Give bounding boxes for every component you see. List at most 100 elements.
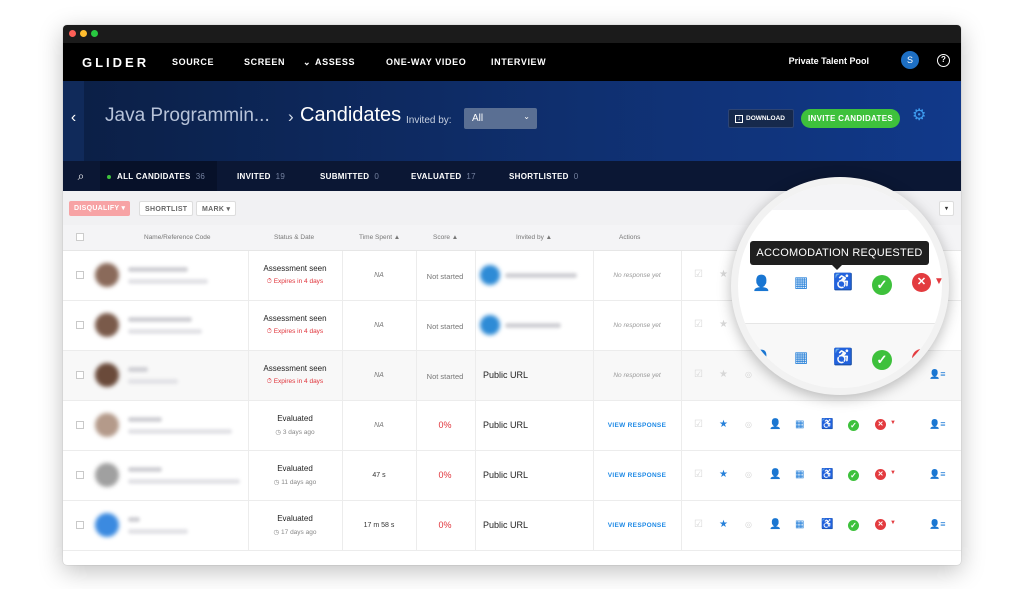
clock-icon: ◷ xyxy=(275,429,282,436)
search-icon[interactable]: ⌕ xyxy=(63,161,99,191)
shortlist-icon[interactable]: ☑ xyxy=(694,320,703,330)
invite-candidates-button[interactable]: INVITE CANDIDATES xyxy=(801,109,900,128)
table-row[interactable]: Evaluated ◷ 17 days ago 17 m 58 s 0% Publ… xyxy=(63,501,961,551)
profile-icon[interactable]: 👤≡ xyxy=(929,469,945,480)
row-checkbox[interactable] xyxy=(76,371,84,379)
magnified-header xyxy=(738,184,942,210)
star-icon[interactable]: ★ xyxy=(719,470,728,480)
chevron-down-icon[interactable]: ▼ xyxy=(890,420,896,426)
disqualify-button[interactable]: DISQUALIFY ▾ xyxy=(69,201,131,216)
tab-invited[interactable]: INVITED 19 xyxy=(237,172,285,181)
shortlist-icon[interactable]: ☑ xyxy=(694,520,703,530)
eye-icon[interactable]: ◎ xyxy=(745,420,752,430)
nav-screen[interactable]: SCREEN xyxy=(244,57,285,67)
table-row[interactable]: Evaluated ◷ 11 days ago 47 s 0% Public UR… xyxy=(63,451,961,501)
back-button[interactable]: ‹ xyxy=(63,81,84,161)
calendar-icon[interactable]: ▦ xyxy=(794,273,808,291)
accessibility-icon[interactable]: ♿ xyxy=(821,420,833,430)
shortlist-icon[interactable]: ☑ xyxy=(694,470,703,480)
action-status: No response yet xyxy=(613,272,661,279)
accessibility-icon[interactable]: ♿ xyxy=(833,272,853,292)
mark-button[interactable]: MARK ▾ xyxy=(196,201,237,216)
star-icon[interactable]: ★ xyxy=(719,320,728,330)
shortlist-icon[interactable]: ☑ xyxy=(694,420,703,430)
reject-icon[interactable]: ✕ xyxy=(875,419,886,430)
status-text: Assessment seen xyxy=(263,264,327,273)
shortlist-icon[interactable]: ☑ xyxy=(694,270,703,280)
row-checkbox[interactable] xyxy=(76,521,84,529)
nav-assess[interactable]: ASSESS xyxy=(315,57,355,67)
col-invited-by[interactable]: Invited by ▲ xyxy=(516,234,552,241)
accessibility-icon[interactable]: ♿ xyxy=(821,520,833,530)
select-all-checkbox[interactable] xyxy=(76,233,84,241)
invited-by-select[interactable]: All ⌄ xyxy=(464,108,537,129)
nav-source[interactable]: SOURCE xyxy=(172,57,214,67)
eye-icon[interactable]: ◎ xyxy=(745,520,752,530)
row-checkbox[interactable] xyxy=(76,271,84,279)
approve-icon[interactable]: ✓ xyxy=(848,420,859,431)
accessibility-icon[interactable]: ♿ xyxy=(821,470,833,480)
calendar-icon[interactable]: ▦ xyxy=(795,420,804,430)
add-user-icon[interactable]: 👤 xyxy=(769,520,781,530)
chevron-down-icon[interactable]: ▼ xyxy=(890,470,896,476)
col-score[interactable]: Score ▲ xyxy=(433,234,458,241)
reject-icon[interactable]: ✕ xyxy=(912,349,931,368)
calendar-icon[interactable]: ▦ xyxy=(795,470,804,480)
help-icon[interactable]: ? xyxy=(937,54,950,67)
tab-count: 0 xyxy=(374,172,380,181)
tab-evaluated[interactable]: EVALUATED 17 xyxy=(411,172,476,181)
table-row[interactable]: Evaluated ◷ 3 days ago NA 0% Public URL V… xyxy=(63,401,961,451)
user-avatar[interactable]: S xyxy=(901,51,919,69)
approve-icon[interactable]: ✓ xyxy=(872,350,892,370)
tab-submitted[interactable]: SUBMITTED 0 xyxy=(320,172,379,181)
view-response-link[interactable]: VIEW RESPONSE xyxy=(593,422,681,429)
tab-all-candidates[interactable]: ALL CANDIDATES 36 xyxy=(107,172,205,181)
gear-icon[interactable]: ⚙ xyxy=(912,108,928,124)
minimize-window-button[interactable] xyxy=(80,30,87,37)
calendar-icon[interactable]: ▦ xyxy=(795,520,804,530)
add-user-icon[interactable]: 👤 xyxy=(752,274,771,292)
tab-shortlisted[interactable]: SHORTLISTED 0 xyxy=(509,172,579,181)
chevron-down-icon[interactable]: ▼ xyxy=(934,276,942,287)
eye-icon[interactable]: ◎ xyxy=(745,470,752,480)
time-spent: 17 m 58 s xyxy=(363,522,395,529)
approve-icon[interactable]: ✓ xyxy=(848,520,859,531)
col-time[interactable]: Time Spent ▲ xyxy=(359,234,400,241)
add-user-icon[interactable]: 👤 xyxy=(752,349,771,367)
calendar-icon[interactable]: ▦ xyxy=(794,348,808,366)
talent-pool-link[interactable]: Private Talent Pool xyxy=(789,56,869,66)
shortlist-button[interactable]: SHORTLIST xyxy=(139,201,194,216)
brand-logo[interactable]: GLIDER xyxy=(82,55,149,70)
row-checkbox[interactable] xyxy=(76,421,84,429)
breadcrumb-project[interactable]: Java Programmin... xyxy=(105,105,270,127)
approve-icon[interactable]: ✓ xyxy=(872,275,892,295)
row-checkbox[interactable] xyxy=(76,471,84,479)
star-icon[interactable]: ★ xyxy=(719,420,728,430)
col-name[interactable]: Name/Reference Code xyxy=(144,234,210,241)
reject-icon[interactable]: ✕ xyxy=(875,519,886,530)
nav-one-way-video[interactable]: ONE-WAY VIDEO xyxy=(386,57,466,67)
download-button[interactable]: ↓ DOWNLOAD xyxy=(728,109,794,128)
star-icon[interactable]: ★ xyxy=(719,270,728,280)
close-window-button[interactable] xyxy=(69,30,76,37)
shortlist-icon[interactable]: ☑ xyxy=(694,370,703,380)
add-user-icon[interactable]: 👤 xyxy=(769,420,781,430)
maximize-window-button[interactable] xyxy=(91,30,98,37)
star-icon[interactable]: ★ xyxy=(719,370,728,380)
profile-icon[interactable]: 👤≡ xyxy=(929,419,945,430)
chevron-down-icon[interactable]: ▼ xyxy=(890,520,896,526)
row-checkbox[interactable] xyxy=(76,321,84,329)
star-icon[interactable]: ★ xyxy=(719,520,728,530)
reject-icon[interactable]: ✕ xyxy=(912,273,931,292)
view-response-link[interactable]: VIEW RESPONSE xyxy=(593,522,681,529)
chevron-down-icon: ⌄ xyxy=(303,57,312,67)
nav-interview[interactable]: INTERVIEW xyxy=(491,57,546,67)
view-response-link[interactable]: VIEW RESPONSE xyxy=(593,472,681,479)
reject-icon[interactable]: ✕ xyxy=(875,469,886,480)
approve-icon[interactable]: ✓ xyxy=(848,470,859,481)
col-status[interactable]: Status & Date xyxy=(274,234,314,241)
accessibility-icon[interactable]: ♿ xyxy=(833,347,853,367)
profile-icon[interactable]: 👤≡ xyxy=(929,519,945,530)
add-user-icon[interactable]: 👤 xyxy=(769,470,781,480)
tab-label: SUBMITTED xyxy=(320,172,370,181)
